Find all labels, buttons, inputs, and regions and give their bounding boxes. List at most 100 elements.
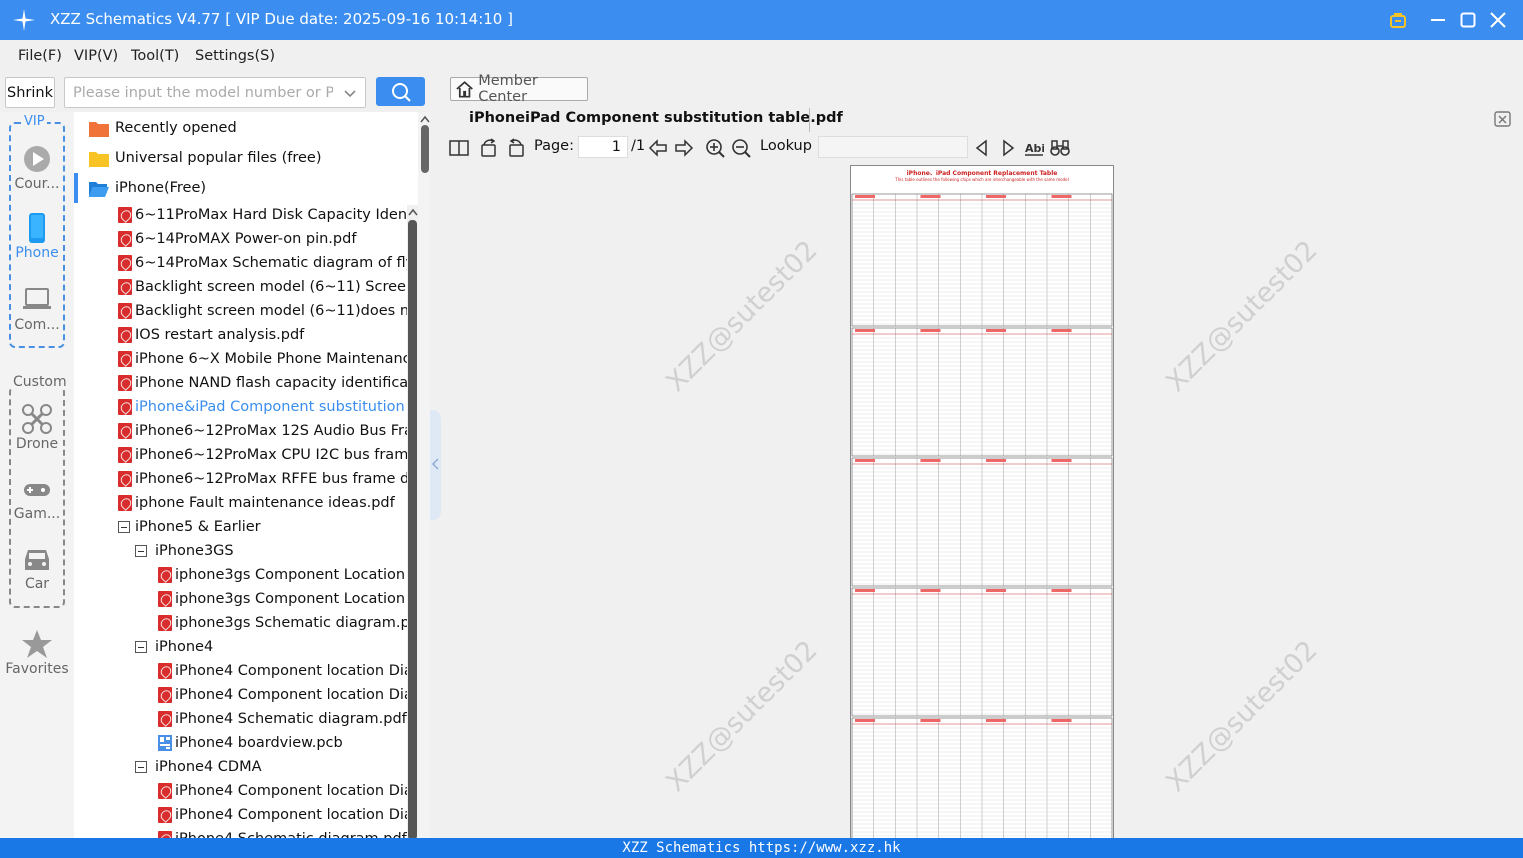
find-next-icon[interactable] — [998, 138, 1018, 158]
maximize-button[interactable] — [1456, 8, 1480, 32]
search-button[interactable] — [376, 77, 425, 106]
minimize-button[interactable] — [1426, 8, 1450, 32]
tree-file[interactable]: 6~14ProMax Schematic diagram of flying — [118, 251, 407, 275]
arrow-left-icon[interactable] — [648, 138, 668, 158]
tree-label: iPhone4 Schematic diagram.pdf — [175, 711, 407, 727]
rail-item-course[interactable]: Cour... — [0, 144, 74, 192]
rail-item-game[interactable]: Gam... — [0, 474, 74, 522]
rail-item-computer[interactable]: Com... — [0, 285, 74, 333]
drone-icon — [22, 404, 52, 434]
vip-bag-button[interactable] — [1386, 8, 1410, 32]
lookup-input[interactable] — [818, 136, 968, 158]
collapse-icon[interactable] — [135, 641, 147, 653]
document-tab[interactable]: iPhoneiPad Component substitution table.… — [469, 110, 843, 126]
rail-item-phone[interactable]: Phone — [0, 213, 74, 261]
tree-file[interactable]: iPhone4 Component location Diag — [158, 659, 407, 683]
collapse-icon[interactable] — [118, 521, 130, 533]
tree-file[interactable]: Backlight screen model (6~11)does not s — [118, 299, 407, 323]
close-tab-icon[interactable] — [1494, 110, 1512, 128]
find-previous-icon[interactable] — [972, 138, 992, 158]
pdf-file-icon — [158, 591, 172, 607]
collapse-icon[interactable] — [135, 761, 147, 773]
file-tree: Recently opened Universal popular files … — [74, 112, 419, 838]
scroll-up-icon[interactable] — [420, 115, 430, 123]
page-number-input[interactable]: 1 — [578, 136, 628, 158]
search-input[interactable] — [73, 83, 333, 103]
rail-item-favorites[interactable]: Favorites — [0, 629, 74, 677]
sidebar-toggle-icon[interactable] — [449, 138, 469, 158]
lookup-label: Lookup — [760, 138, 812, 154]
folder-icon — [89, 122, 109, 137]
pcb-file-icon — [158, 735, 172, 751]
match-case-icon[interactable]: Abi — [1024, 138, 1044, 158]
tree-node-iphone-free[interactable]: iPhone(Free) — [74, 173, 419, 203]
tree-file[interactable]: iPhone4 Schematic diagram.pdf — [158, 707, 407, 731]
tree-file[interactable]: iPhone4 Component location Diag — [158, 803, 407, 827]
tree-file[interactable]: iPhone4 Component location Diag — [158, 779, 407, 803]
menu-file[interactable]: File(F) — [18, 48, 62, 64]
tree-label: iPhone&iPad Component substitution ta — [135, 399, 407, 415]
tree-file[interactable]: IOS restart analysis.pdf — [118, 323, 407, 347]
tree-file[interactable]: 6~14ProMAX Power-on pin.pdf — [118, 227, 407, 251]
tree-file[interactable]: iPhone6~12ProMax 12S Audio Bus Frame — [118, 419, 407, 443]
binoculars-icon[interactable] — [1050, 138, 1070, 158]
tree-group-iphone4cdma[interactable]: iPhone4 CDMA — [135, 755, 407, 779]
phone-icon — [29, 213, 45, 243]
tree-label: Backlight screen model (6~11) Screen has — [135, 279, 407, 295]
scroll-up-icon[interactable] — [408, 208, 418, 216]
tree-label: iPhone4 Component location Diag — [175, 807, 407, 823]
pdf-file-icon — [158, 687, 172, 703]
pdf-file-icon — [118, 495, 132, 511]
tree-file[interactable]: iPhone 6~X Mobile Phone Maintenance — [118, 347, 407, 371]
tree-label: iPhone4 — [155, 639, 214, 655]
category-rail: Cour... Phone Com... Drone Gam... Car Fa… — [0, 112, 74, 838]
menu-vip[interactable]: VIP(V) — [74, 48, 118, 64]
tree-group-iphone5[interactable]: iPhone5 & Earlier — [118, 515, 407, 539]
menu-tool[interactable]: Tool(T) — [131, 48, 179, 64]
tree-file[interactable]: iphone Fault maintenance ideas.pdf — [118, 491, 407, 515]
tree-file[interactable]: 6~11ProMax Hard Disk Capacity Identifica… — [118, 203, 407, 227]
search-combobox[interactable] — [64, 77, 366, 108]
member-center-button[interactable]: Member Center — [450, 73, 588, 105]
shrink-button[interactable]: Shrink — [5, 77, 55, 108]
tree-file[interactable]: Backlight screen model (6~11) Screen has — [118, 275, 407, 299]
tree-file[interactable]: iphone3gs Component Location M — [158, 563, 407, 587]
tree-file[interactable]: iPhone6~12ProMax RFFE bus frame diag — [118, 467, 407, 491]
app-logo-icon — [13, 9, 35, 31]
tree-node-universal[interactable]: Universal popular files (free) — [89, 143, 409, 173]
file-list-scrollbar-thumb[interactable] — [408, 220, 417, 840]
tree-group-iphone4[interactable]: iPhone4 — [135, 635, 407, 659]
menu-settings[interactable]: Settings(S) — [195, 48, 275, 64]
pdf-table-graphic — [851, 193, 1113, 838]
tree-file[interactable]: iPhone NAND flash capacity identificatio… — [118, 371, 407, 395]
vip-group-label: VIP — [22, 114, 47, 129]
tree-file[interactable]: iPhone4 Schematic diagram.pdf — [158, 827, 407, 838]
zoom-out-icon[interactable] — [731, 138, 751, 158]
collapse-handle[interactable] — [430, 410, 441, 520]
close-button[interactable] — [1486, 8, 1510, 32]
pdf-file-icon — [158, 567, 172, 583]
tree-node-recently-opened[interactable]: Recently opened — [89, 113, 409, 143]
tree-scrollbar[interactable] — [418, 112, 430, 838]
tree-file[interactable]: iPhone4 Component location Diag — [158, 683, 407, 707]
pdf-viewer[interactable]: iPhone、iPad Component Replacement Table … — [442, 161, 1523, 838]
chevron-down-icon[interactable] — [343, 86, 357, 100]
pdf-file-icon — [118, 255, 132, 271]
rail-item-drone[interactable]: Drone — [0, 404, 74, 452]
custom-group-label: Custom — [12, 374, 68, 390]
tree-label: iPhone5 & Earlier — [135, 519, 261, 535]
collapse-icon[interactable] — [135, 545, 147, 557]
tree-scrollbar-thumb[interactable] — [421, 125, 429, 173]
rail-item-car[interactable]: Car — [0, 544, 74, 592]
tree-file[interactable]: iPhone4 boardview.pcb — [158, 731, 407, 755]
tree-file[interactable]: iPhone&iPad Component substitution ta — [118, 395, 407, 419]
rotate-right-icon[interactable] — [506, 138, 526, 158]
rotate-left-icon[interactable] — [479, 138, 499, 158]
tree-group-iphone3gs[interactable]: iPhone3GS — [135, 539, 407, 563]
tree-file[interactable]: iPhone6~12ProMax CPU I2C bus framew — [118, 443, 407, 467]
tree-file[interactable]: iphone3gs Schematic diagram.pdf — [158, 611, 407, 635]
page-total: /1 — [631, 138, 646, 154]
zoom-in-icon[interactable] — [705, 138, 725, 158]
arrow-right-icon[interactable] — [674, 138, 694, 158]
tree-file[interactable]: iphone3gs Component Location M — [158, 587, 407, 611]
